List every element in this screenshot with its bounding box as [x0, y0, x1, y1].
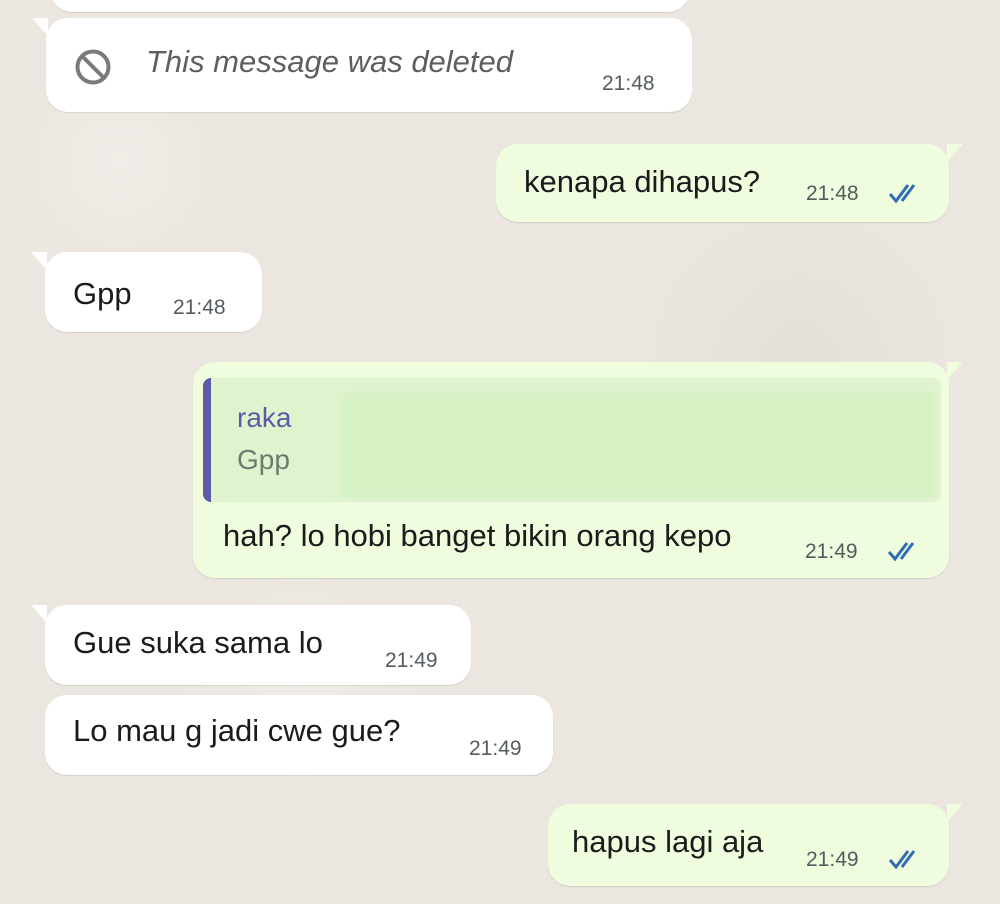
message-time: 21:49	[469, 737, 522, 760]
message-text: Lo mau g jadi cwe gue?	[73, 713, 401, 748]
message-time: 21:49	[385, 649, 438, 672]
double-check-icon	[888, 848, 932, 870]
message-bubble-incoming[interactable]: Gpp 21:48	[31, 252, 262, 332]
message-time: 21:49	[806, 848, 859, 871]
quote-sender: raka	[237, 402, 292, 433]
message-text: kenapa dihapus?	[524, 164, 761, 199]
message-bubble-incoming[interactable]: Gue suka sama lo 21:49	[31, 605, 471, 685]
message-bubble-outgoing[interactable]: hapus lagi aja 21:49	[548, 804, 963, 886]
message-text: hapus lagi aja	[572, 824, 764, 859]
quote-accent-bar	[203, 378, 211, 502]
double-check-icon	[887, 540, 931, 562]
message-text: Gue suka sama lo	[73, 625, 323, 660]
message-time: 21:48	[806, 182, 859, 205]
blurred-thumbnail	[343, 392, 935, 498]
message-bubble-outgoing-reply[interactable]: raka Gpp hah? lo hobi banget bikin orang…	[193, 362, 963, 578]
message-time: 21:49	[805, 540, 858, 563]
message-text: Gpp	[73, 276, 132, 311]
message-text: This message was deleted	[146, 44, 514, 79]
message-bubble-outgoing[interactable]: kenapa dihapus? 21:48	[496, 144, 963, 222]
ban-icon	[74, 48, 112, 86]
message-text: hah? lo hobi banget bikin orang kepo	[223, 518, 732, 553]
message-time: 21:48	[173, 296, 226, 319]
message-bubble-deleted[interactable]: This message was deleted 21:48	[32, 18, 692, 112]
message-bubble-partial[interactable]	[50, 0, 690, 12]
quote-text: Gpp	[237, 444, 290, 475]
message-time: 21:48	[602, 72, 655, 95]
double-check-icon	[888, 182, 932, 204]
message-bubble-incoming[interactable]: Lo mau g jadi cwe gue? 21:49	[45, 695, 553, 775]
reply-quote[interactable]: raka Gpp	[203, 378, 941, 502]
